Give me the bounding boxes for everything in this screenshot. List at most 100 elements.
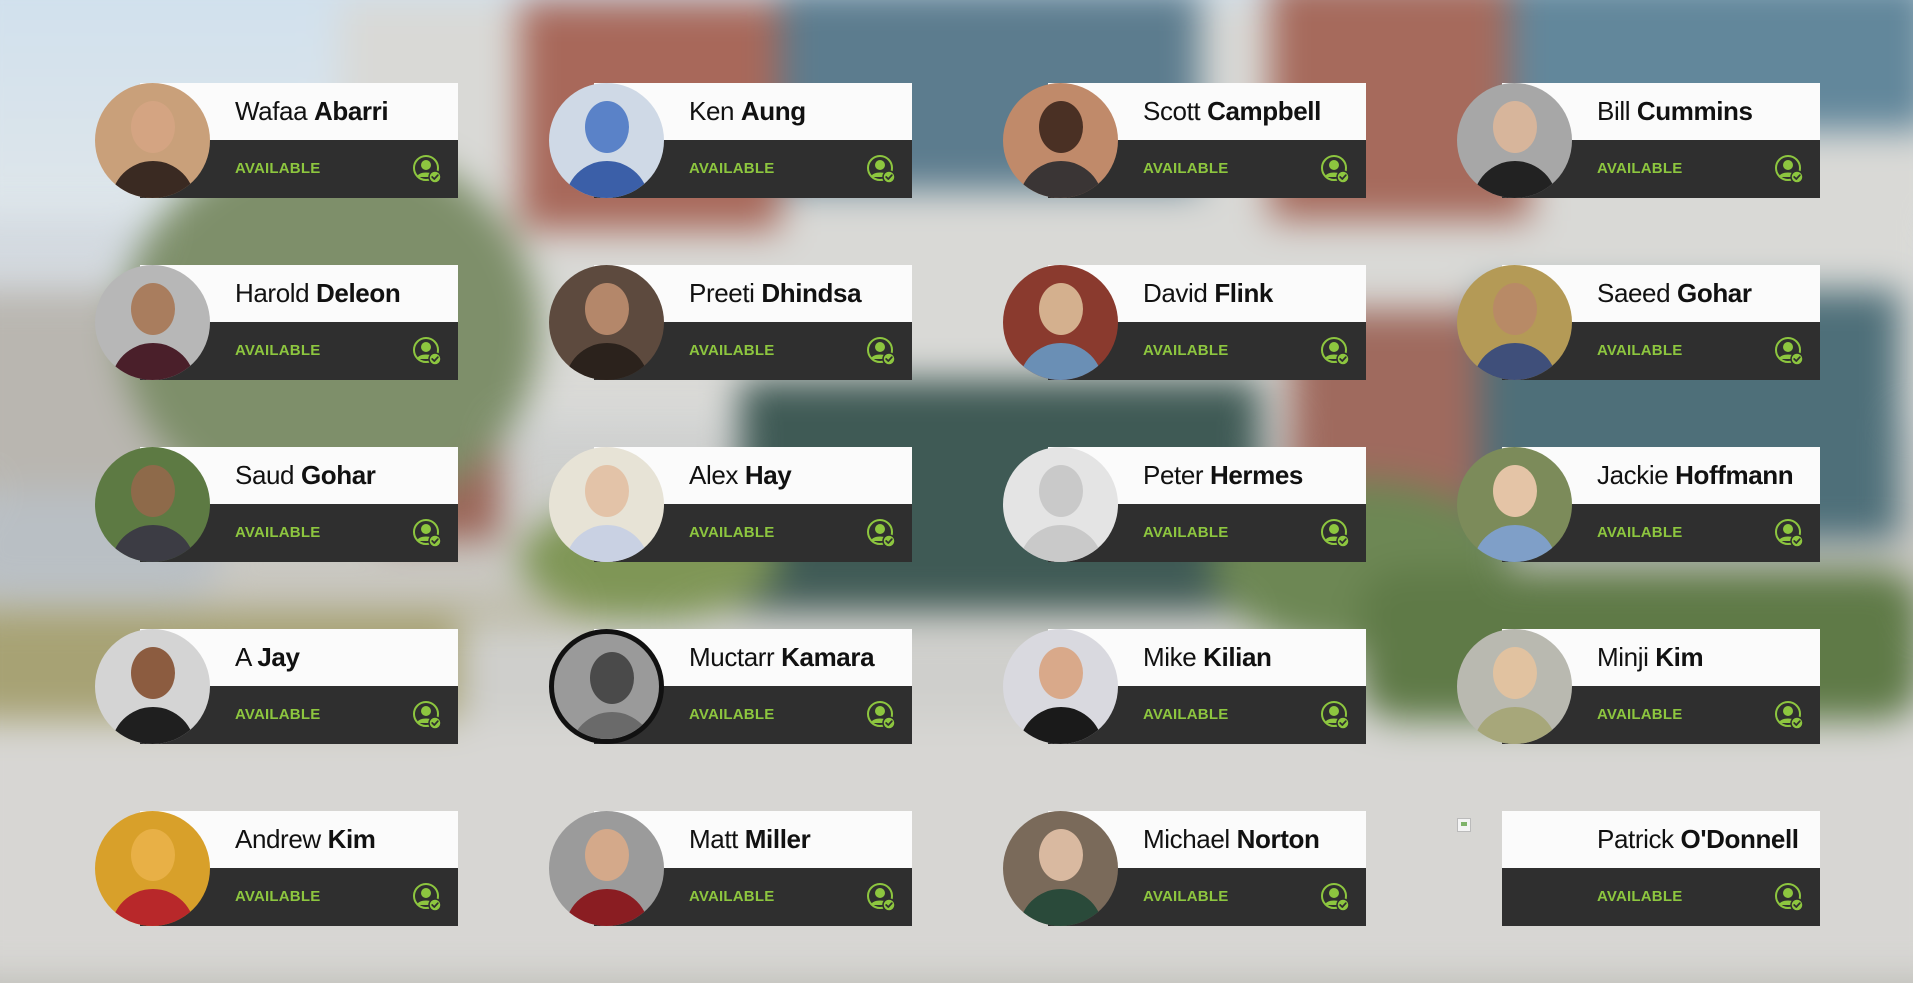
last-name: Kim [327, 824, 376, 854]
status-label: AVAILABLE [689, 524, 775, 541]
avatar [549, 83, 664, 198]
first-name: Scott [1143, 96, 1201, 126]
person-name: Harold Deleon [235, 265, 401, 322]
first-name: Michael [1143, 824, 1230, 854]
last-name: Abarri [314, 96, 389, 126]
status-label: AVAILABLE [1597, 160, 1683, 177]
people-grid: Wafaa Abarri AVAILABLE Ken Aung AVAILABLE Sc… [0, 0, 1913, 983]
first-name: Patrick [1597, 824, 1674, 854]
first-name: Preeti [689, 278, 755, 308]
person-card[interactable]: Peter Hermes AVAILABLE [1003, 447, 1366, 562]
person-name: Alex Hay [689, 447, 792, 504]
avatar [95, 629, 210, 744]
status-label: AVAILABLE [1143, 342, 1229, 359]
first-name: Alex [689, 460, 738, 490]
user-available-icon [867, 155, 896, 184]
person-card[interactable]: A Jay AVAILABLE [95, 629, 458, 744]
person-name: Patrick O'Donnell [1597, 811, 1799, 868]
last-name: Gohar [1677, 278, 1752, 308]
avatar [95, 83, 210, 198]
status-label: AVAILABLE [689, 342, 775, 359]
status-label: AVAILABLE [1597, 342, 1683, 359]
person-card[interactable]: Andrew Kim AVAILABLE [95, 811, 458, 926]
person-card[interactable]: Michael Norton AVAILABLE [1003, 811, 1366, 926]
last-name: Miller [744, 824, 811, 854]
person-card[interactable]: Jackie Hoffmann AVAILABLE [1457, 447, 1820, 562]
status-label: AVAILABLE [235, 888, 321, 905]
person-card[interactable]: Scott Campbell AVAILABLE [1003, 83, 1366, 198]
user-available-icon [1321, 883, 1350, 912]
first-name: Bill [1597, 96, 1631, 126]
avatar [549, 265, 664, 380]
first-name: A [235, 642, 251, 672]
avatar [1003, 811, 1118, 926]
first-name: Peter [1143, 460, 1204, 490]
status-label: AVAILABLE [235, 706, 321, 723]
status-label: AVAILABLE [235, 342, 321, 359]
status-label: AVAILABLE [1143, 888, 1229, 905]
person-card[interactable]: Bill Cummins AVAILABLE [1457, 83, 1820, 198]
avatar [1457, 629, 1572, 744]
status-label: AVAILABLE [689, 160, 775, 177]
person-card[interactable]: Saud Gohar AVAILABLE [95, 447, 458, 562]
last-name: Jay [257, 642, 300, 672]
first-name: Wafaa [235, 96, 308, 126]
avatar [95, 265, 210, 380]
last-name: Kilian [1203, 642, 1272, 672]
status-label: AVAILABLE [235, 524, 321, 541]
last-name: Flink [1214, 278, 1273, 308]
person-card[interactable]: Saeed Gohar AVAILABLE [1457, 265, 1820, 380]
person-card[interactable]: Ken Aung AVAILABLE [549, 83, 912, 198]
person-card[interactable]: Harold Deleon AVAILABLE [95, 265, 458, 380]
user-available-icon [413, 519, 442, 548]
person-card[interactable]: Muctarr Kamara AVAILABLE [549, 629, 912, 744]
user-available-icon [867, 883, 896, 912]
avatar [1003, 629, 1118, 744]
person-name: A Jay [235, 629, 300, 686]
last-name: Gohar [300, 460, 376, 490]
status-label: AVAILABLE [235, 160, 321, 177]
person-name: Michael Norton [1143, 811, 1320, 868]
avatar [1457, 447, 1572, 562]
avatar [549, 447, 664, 562]
person-card[interactable]: Patrick O'Donnell AVAILABLE [1457, 811, 1820, 926]
avatar-placeholder-icon [1003, 447, 1118, 562]
last-name: Hoffmann [1675, 460, 1794, 490]
person-card[interactable]: Wafaa Abarri AVAILABLE [95, 83, 458, 198]
person-name: Ken Aung [689, 83, 806, 140]
avatar [95, 811, 210, 926]
person-card[interactable]: Matt Miller AVAILABLE [549, 811, 912, 926]
person-card[interactable]: Preeti Dhindsa AVAILABLE [549, 265, 912, 380]
avatar [1003, 83, 1118, 198]
user-available-icon [867, 337, 896, 366]
status-label: AVAILABLE [689, 888, 775, 905]
user-available-icon [413, 701, 442, 730]
first-name: Ken [689, 96, 735, 126]
last-name: Hay [744, 460, 792, 490]
user-available-icon [413, 883, 442, 912]
status-label: AVAILABLE [1143, 160, 1229, 177]
first-name: Jackie [1597, 460, 1669, 490]
first-name: Muctarr [689, 642, 775, 672]
user-available-icon [413, 337, 442, 366]
last-name: Deleon [316, 278, 401, 308]
user-available-icon [1321, 155, 1350, 184]
avatar [1457, 265, 1572, 380]
first-name: Harold [235, 278, 310, 308]
first-name: Minji [1597, 642, 1649, 672]
person-card[interactable]: Mike Kilian AVAILABLE [1003, 629, 1366, 744]
person-name: Bill Cummins [1597, 83, 1753, 140]
user-available-icon [867, 519, 896, 548]
person-name: Minji Kim [1597, 629, 1704, 686]
person-name: Preeti Dhindsa [689, 265, 862, 322]
status-label: AVAILABLE [1597, 706, 1683, 723]
person-name: Matt Miller [689, 811, 811, 868]
person-card[interactable]: Minji Kim AVAILABLE [1457, 629, 1820, 744]
first-name: David [1143, 278, 1208, 308]
avatar [549, 629, 664, 744]
person-card[interactable]: Alex Hay AVAILABLE [549, 447, 912, 562]
person-card[interactable]: David Flink AVAILABLE [1003, 265, 1366, 380]
avatar [549, 811, 664, 926]
user-available-icon [1321, 519, 1350, 548]
status-label: AVAILABLE [1597, 888, 1683, 905]
